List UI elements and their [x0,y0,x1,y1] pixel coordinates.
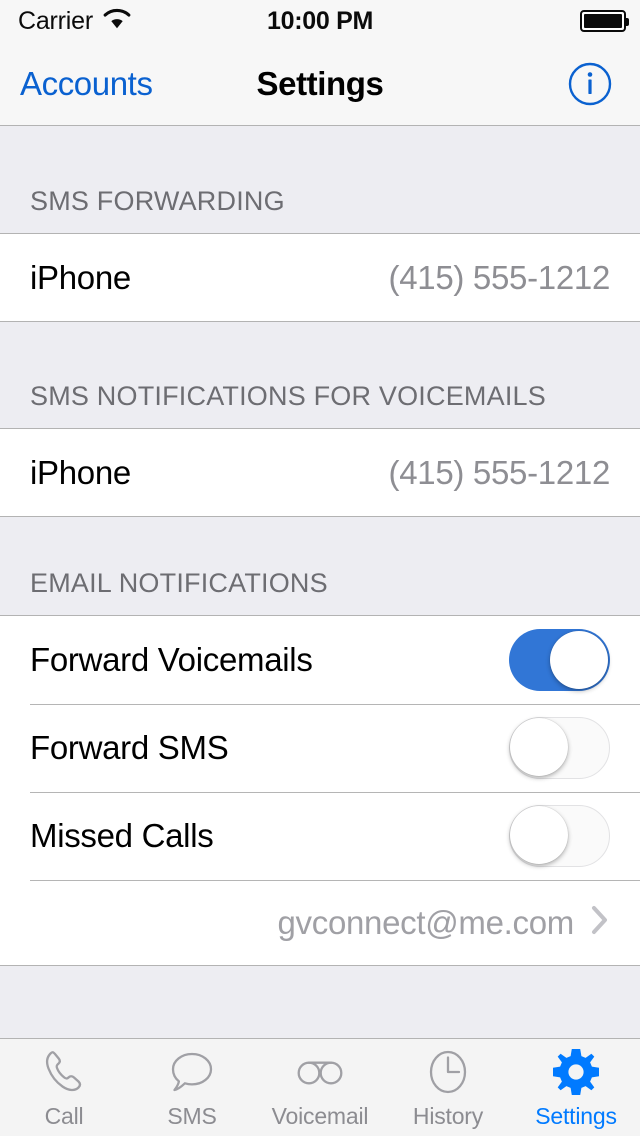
tab-settings[interactable]: Settings [512,1039,640,1136]
notification-email-value: gvconnect@me.com [278,904,575,942]
toggle-forward-sms[interactable] [509,717,610,779]
toggle-missed-calls[interactable] [509,805,610,867]
settings-screen: Carrier 10:00 PM Accounts Settings [0,0,640,1136]
row-forward-sms[interactable]: Forward SMS [0,704,640,792]
tab-label: Voicemail [272,1103,369,1130]
row-label: iPhone [30,454,131,492]
row-label: Forward SMS [30,729,228,767]
settings-list: SMS FORWARDING iPhone (415) 555-1212 SMS… [0,127,640,1038]
group-sms-notifications: iPhone (415) 555-1212 [0,428,640,517]
row-missed-calls[interactable]: Missed Calls [0,792,640,880]
status-bar-time: 10:00 PM [0,0,640,42]
chevron-right-icon [590,904,610,941]
phone-icon [38,1045,90,1099]
status-bar: Carrier 10:00 PM [0,0,640,42]
tab-bar: Call SMS Voicemail [0,1038,640,1136]
tab-label: Settings [535,1103,617,1130]
row-label: iPhone [30,259,131,297]
row-value: (415) 555-1212 [389,454,610,492]
tab-label: History [413,1103,483,1130]
tab-history[interactable]: History [384,1039,512,1136]
status-bar-right [580,0,626,42]
tab-label: Call [45,1103,84,1130]
section-header-sms-notifications: SMS NOTIFICATIONS FOR VOICEMAILS [0,322,640,428]
toggle-knob [510,806,568,864]
clock-icon [422,1045,474,1099]
voicemail-tape-icon [292,1045,348,1099]
row-label: Forward Voicemails [30,641,313,679]
row-notification-email[interactable]: gvconnect@me.com [0,880,640,965]
row-forward-voicemails[interactable]: Forward Voicemails [0,616,640,704]
tab-voicemail[interactable]: Voicemail [256,1039,384,1136]
row-label: Missed Calls [30,817,213,855]
row-value: (415) 555-1212 [389,259,610,297]
info-circle-icon[interactable] [568,62,612,106]
section-header-email-notifications: EMAIL NOTIFICATIONS [0,517,640,615]
toggle-forward-voicemails[interactable] [509,629,610,691]
section-header-sms-forwarding: SMS FORWARDING [0,127,640,233]
toggle-knob [550,631,608,689]
group-sms-forwarding: iPhone (415) 555-1212 [0,233,640,322]
gear-icon [549,1045,603,1099]
toggle-knob [510,718,568,776]
battery-full-icon [580,10,626,32]
navigation-bar: Accounts Settings [0,42,640,126]
tab-sms[interactable]: SMS [128,1039,256,1136]
tab-label: SMS [167,1103,216,1130]
tab-call[interactable]: Call [0,1039,128,1136]
page-title: Settings [0,65,640,103]
row-sms-forwarding-iphone[interactable]: iPhone (415) 555-1212 [0,234,640,321]
group-email-notifications: Forward Voicemails Forward SMS Missed Ca… [0,615,640,966]
row-sms-notifications-iphone[interactable]: iPhone (415) 555-1212 [0,429,640,516]
speech-bubble-icon [166,1045,218,1099]
